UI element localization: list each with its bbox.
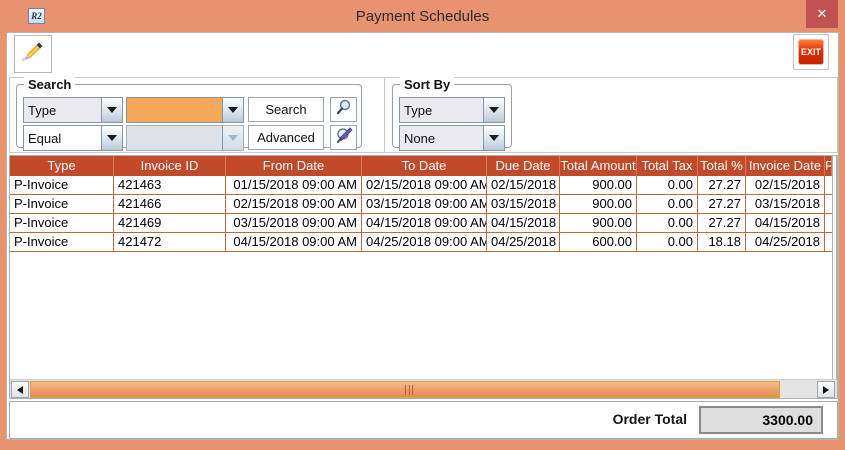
table-row[interactable]: P-Invoice 421463 01/15/2018 09:00 AM 02/15/… [10,176,834,195]
table-header-row: Type Invoice ID From Date To Date Due Date To… [10,156,832,176]
table-cell[interactable]: 04/25/2018 [487,233,560,252]
pencil-icon [19,38,47,71]
table-cell[interactable]: P-Invoice [10,214,114,233]
chevron-down-icon[interactable] [101,98,122,122]
table-cell[interactable]: 421472 [114,233,226,252]
column-header[interactable]: To Date [362,156,487,176]
window-title: Payment Schedules [355,7,490,25]
table-cell[interactable]: 900.00 [560,195,637,214]
chevron-down-icon[interactable] [483,126,504,150]
table-cell[interactable]: P-Invoice [10,233,114,252]
column-header[interactable]: Total Amount [560,156,637,176]
titlebar: R2 Payment Schedules ✕ [0,0,845,32]
panel-divider [384,78,385,152]
table-cell[interactable]: 04/15/2018 [746,214,825,233]
table-cell[interactable]: 03/15/2018 09:00 AM [362,195,487,214]
table-cell[interactable]: P-Invoice [10,195,114,214]
chevron-down-icon [222,126,243,150]
table-cell[interactable]: 03/15/2018 [746,195,825,214]
edit-button[interactable] [14,35,52,73]
footer-panel: Order Total 3300.00 [9,401,838,439]
table-cell[interactable]: 0.00 [637,195,698,214]
search-button[interactable]: Search [248,97,324,122]
column-header[interactable]: P [825,156,832,176]
table-cell[interactable]: 02/15/2018 09:00 AM [226,195,362,214]
table-cell[interactable]: 0.00 [637,176,698,195]
table-cell[interactable]: 421463 [114,176,226,195]
sort-secondary-select[interactable]: None [399,125,505,151]
table-cell[interactable]: 04/15/2018 [487,214,560,233]
horizontal-scrollbar[interactable] [10,379,837,398]
table-cell[interactable]: 04/15/2018 09:00 AM [362,214,487,233]
column-header[interactable]: Invoice ID [114,156,226,176]
table-cell[interactable]: 02/15/2018 [487,176,560,195]
table-cell[interactable]: 04/15/2018 09:00 AM [226,233,362,252]
table-cell[interactable]: 900.00 [560,214,637,233]
table-cell[interactable]: 04/25/2018 09:00 AM [362,233,487,252]
advanced-find-button[interactable] [330,125,357,150]
search-value2-input [126,125,244,151]
schedule-table-panel: Type Invoice ID From Date To Date Due Date To… [9,155,838,399]
find-button[interactable] [330,97,357,122]
column-header[interactable]: Type [10,156,114,176]
order-total-label: Order Total [612,411,687,427]
table-cell[interactable]: 421469 [114,214,226,233]
search-icon [335,98,353,121]
column-header[interactable]: Total Tax [637,156,698,176]
table-cell[interactable]: 18.18 [698,233,746,252]
filter-strip: Search Type Search Equal Advanced Sort B… [9,77,838,153]
search-groupbox: Search Type Search Equal Advanced [16,77,362,151]
table-body: P-Invoice 421463 01/15/2018 09:00 AM 02/15/… [10,176,834,252]
table-cell[interactable]: P-Invoice [10,176,114,195]
column-header[interactable]: From Date [226,156,362,176]
search-operator-select[interactable]: Equal [23,125,123,151]
exit-button[interactable]: EXIT [798,39,824,65]
exit-button-frame: EXIT [793,34,829,70]
table-cell[interactable]: 421466 [114,195,226,214]
search-value-input[interactable] [126,97,244,123]
scroll-left-icon[interactable] [11,381,29,398]
table-cell[interactable]: 01/15/2018 09:00 AM [226,176,362,195]
column-header[interactable]: Invoice Date [746,156,825,176]
table-cell[interactable]: 02/15/2018 09:00 AM [362,176,487,195]
order-total-value: 3300.00 [699,406,823,434]
advanced-search-icon [335,126,353,149]
advanced-button[interactable]: Advanced [248,125,324,150]
table-cell[interactable]: 04/25/2018 [746,233,825,252]
chevron-down-icon[interactable] [483,98,504,122]
table-row[interactable]: P-Invoice 421466 02/15/2018 09:00 AM 03/15/… [10,195,834,214]
table-cell[interactable]: 03/15/2018 09:00 AM [226,214,362,233]
chevron-down-icon[interactable] [222,98,243,122]
search-field-select[interactable]: Type [23,97,123,123]
vertical-scrollbar[interactable] [832,156,837,379]
column-header[interactable]: Due Date [487,156,560,176]
table-row[interactable]: P-Invoice 421472 04/15/2018 09:00 AM 04/25/… [10,233,834,252]
table-cell[interactable]: 02/15/2018 [746,176,825,195]
sort-primary-select[interactable]: Type [399,97,505,123]
chevron-down-icon[interactable] [101,126,122,150]
grip-icon [405,385,413,395]
table-cell[interactable]: 27.27 [698,214,746,233]
close-icon[interactable]: ✕ [806,0,838,28]
table-row[interactable]: P-Invoice 421469 03/15/2018 09:00 AM 04/15/… [10,214,834,233]
column-header[interactable]: Total % [698,156,746,176]
table-cell[interactable]: 27.27 [698,176,746,195]
table-cell[interactable]: 27.27 [698,195,746,214]
sortby-legend: Sort By [400,77,455,92]
table-cell[interactable]: 0.00 [637,214,698,233]
schedule-table: Type Invoice ID From Date To Date Due Date To… [10,156,834,252]
table-cell[interactable]: 900.00 [560,176,637,195]
scroll-right-icon[interactable] [817,381,835,398]
table-cell[interactable]: 0.00 [637,233,698,252]
table-cell[interactable]: 600.00 [560,233,637,252]
table-cell[interactable]: 03/15/2018 [487,195,560,214]
search-legend: Search [24,77,76,92]
window-content: EXIT Search Type Search Equal Advanced S… [6,32,839,440]
sortby-groupbox: Sort By Type None [392,77,512,151]
scrollbar-thumb[interactable] [30,381,780,398]
payment-schedules-window: R2 Payment Schedules ✕ EXIT Search Type … [0,0,845,450]
